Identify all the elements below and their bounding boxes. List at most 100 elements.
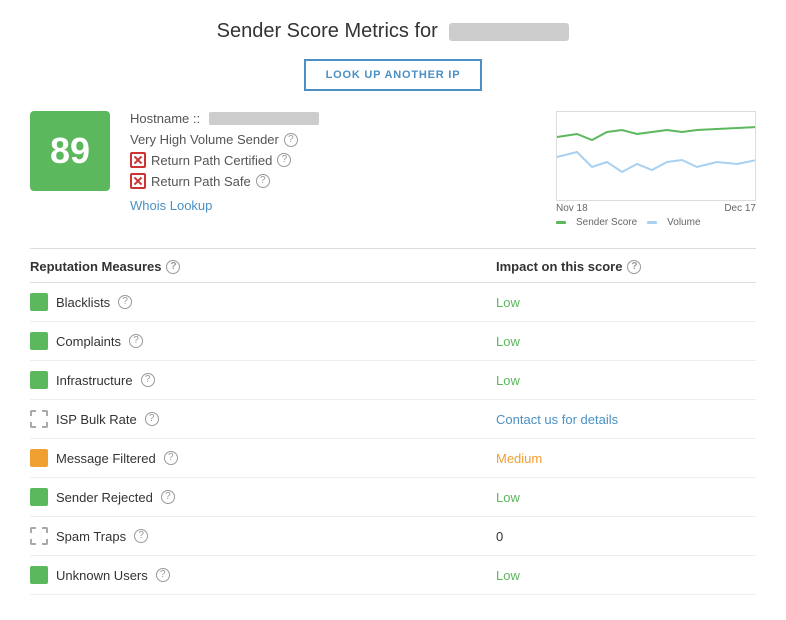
indicator-green — [30, 488, 48, 506]
impact-col: Medium — [496, 451, 756, 466]
chart-area: Nov 18 Dec 17 Sender Score Volume — [556, 111, 756, 228]
whois-row: Whois Lookup — [130, 194, 536, 213]
measure-col: Spam Traps ? — [30, 527, 496, 545]
legend-volume-dot — [647, 221, 657, 224]
table-row: Spam Traps ? 0 — [30, 517, 756, 556]
impact-col: Contact us for details — [496, 412, 756, 427]
measure-help-icon[interactable]: ? — [141, 373, 155, 387]
impact-col: Low — [496, 334, 756, 349]
measure-help-icon[interactable]: ? — [161, 490, 175, 504]
hostname-value — [209, 112, 319, 125]
impact-value: Medium — [496, 451, 542, 466]
volume-row: Very High Volume Sender ? — [130, 132, 536, 147]
reputation-section: Reputation Measures ? Impact on this sco… — [30, 248, 756, 595]
cert2-row: Return Path Safe ? — [130, 173, 536, 189]
legend-sender-label: Sender Score — [576, 217, 637, 228]
impact-col: Low — [496, 373, 756, 388]
measure-label: Infrastructure — [56, 373, 133, 388]
measure-label: ISP Bulk Rate — [56, 412, 137, 427]
measure-label: Message Filtered — [56, 451, 156, 466]
whois-link[interactable]: Whois Lookup — [130, 198, 212, 213]
measure-col: ISP Bulk Rate ? — [30, 410, 496, 428]
table-row: Infrastructure ? Low — [30, 361, 756, 400]
impact-col: Low — [496, 568, 756, 583]
measure-label: Unknown Users — [56, 568, 148, 583]
cert1-icon — [130, 152, 146, 168]
measure-help-icon[interactable]: ? — [156, 568, 170, 582]
impact-link[interactable]: Contact us for details — [496, 412, 618, 427]
meta-info: Hostname :: Very High Volume Sender ? Re… — [130, 111, 536, 213]
measure-label: Spam Traps — [56, 529, 126, 544]
title-prefix: Sender Score Metrics for — [217, 20, 438, 42]
measure-help-icon[interactable]: ? — [145, 412, 159, 426]
table-row: Unknown Users ? Low — [30, 556, 756, 595]
legend-sender-dot — [556, 221, 566, 224]
table-row: ISP Bulk Rate ? Contact us for details — [30, 400, 756, 439]
indicator-green — [30, 566, 48, 584]
measure-col: Blacklists ? — [30, 293, 496, 311]
rep-rows-container: Blacklists ? Low Complaints ? Low Infras… — [30, 283, 756, 595]
page-title: Sender Score Metrics for — [30, 20, 756, 43]
rep-measure-help-icon[interactable]: ? — [166, 260, 180, 274]
impact-value: Low — [496, 568, 520, 583]
chart-date-end: Dec 17 — [724, 203, 756, 214]
impact-value: Low — [496, 490, 520, 505]
info-row: 89 Hostname :: Very High Volume Sender ?… — [30, 111, 756, 228]
chart-canvas — [556, 111, 756, 201]
impact-col: 0 — [496, 529, 756, 544]
table-row: Complaints ? Low — [30, 322, 756, 361]
table-row: Blacklists ? Low — [30, 283, 756, 322]
cert2-help-icon[interactable]: ? — [256, 174, 270, 188]
impact-value: Low — [496, 373, 520, 388]
indicator-orange — [30, 449, 48, 467]
impact-value: 0 — [496, 529, 503, 544]
volume-help-icon[interactable]: ? — [284, 133, 298, 147]
measure-help-icon[interactable]: ? — [164, 451, 178, 465]
col-impact-label: Impact on this score — [496, 259, 622, 274]
sender-score-box: 89 — [30, 111, 110, 191]
impact-col: Low — [496, 490, 756, 505]
col-measure-label: Reputation Measures — [30, 259, 161, 274]
lookup-btn-wrapper: LOOK UP ANOTHER IP — [30, 59, 756, 91]
hostname-row: Hostname :: — [130, 111, 536, 126]
measure-help-icon[interactable]: ? — [118, 295, 132, 309]
cert1-help-icon[interactable]: ? — [277, 153, 291, 167]
score-value: 89 — [50, 130, 90, 172]
measure-col: Infrastructure ? — [30, 371, 496, 389]
impact-col: Low — [496, 295, 756, 310]
measure-col: Unknown Users ? — [30, 566, 496, 584]
chart-date-start: Nov 18 — [556, 203, 588, 214]
measure-label: Sender Rejected — [56, 490, 153, 505]
volume-label: Very High Volume Sender — [130, 132, 279, 147]
indicator-green — [30, 371, 48, 389]
indicator-green — [30, 293, 48, 311]
ip-address — [449, 23, 569, 41]
chart-dates: Nov 18 Dec 17 — [556, 203, 756, 214]
measure-col: Message Filtered ? — [30, 449, 496, 467]
cert1-label: Return Path Certified — [151, 153, 272, 168]
col-impact-header: Impact on this score ? — [496, 259, 756, 274]
chart-svg — [557, 112, 756, 201]
cert2-label: Return Path Safe — [151, 174, 251, 189]
chart-legend: Sender Score Volume — [556, 217, 756, 228]
impact-value: Low — [496, 334, 520, 349]
indicator-empty — [30, 410, 48, 428]
hostname-label: Hostname :: — [130, 111, 200, 126]
legend-volume-label: Volume — [667, 217, 700, 228]
indicator-empty — [30, 527, 48, 545]
table-row: Message Filtered ? Medium — [30, 439, 756, 478]
cert2-icon — [130, 173, 146, 189]
measure-col: Complaints ? — [30, 332, 496, 350]
cert1-row: Return Path Certified ? — [130, 152, 536, 168]
rep-impact-help-icon[interactable]: ? — [627, 260, 641, 274]
table-row: Sender Rejected ? Low — [30, 478, 756, 517]
measure-help-icon[interactable]: ? — [129, 334, 143, 348]
measure-label: Blacklists — [56, 295, 110, 310]
col-measure-header: Reputation Measures ? — [30, 259, 496, 274]
rep-header: Reputation Measures ? Impact on this sco… — [30, 249, 756, 283]
impact-value: Low — [496, 295, 520, 310]
measure-label: Complaints — [56, 334, 121, 349]
lookup-button[interactable]: LOOK UP ANOTHER IP — [304, 59, 483, 91]
measure-help-icon[interactable]: ? — [134, 529, 148, 543]
measure-col: Sender Rejected ? — [30, 488, 496, 506]
